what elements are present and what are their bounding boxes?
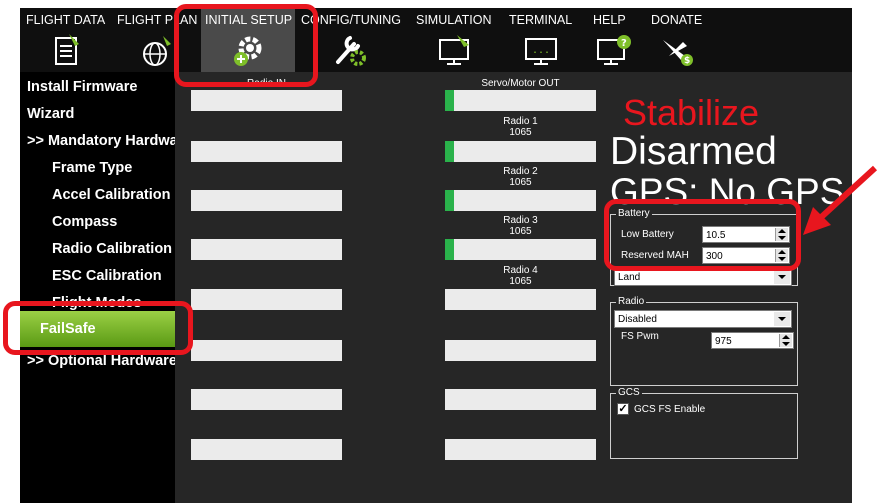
config-tuning-icon: [336, 36, 366, 66]
low-battery-input[interactable]: 10.5: [702, 226, 790, 243]
tab-flight-plan-label: FLIGHT PLAN: [117, 13, 198, 27]
simulation-icon: [439, 35, 469, 65]
flight-data-icon: [55, 34, 79, 65]
radio-4-name: Radio 4: [503, 265, 538, 276]
tab-initial-setup-label: INITIAL SETUP: [205, 13, 293, 27]
battery-group: Battery Low Battery 10.5 Reserved MAH 30…: [610, 208, 798, 286]
low-battery-value: 10.5: [706, 230, 726, 241]
radio-in-bar: [191, 340, 342, 361]
radio-failsafe-value: Disabled: [618, 314, 657, 325]
reserved-mah-spinner[interactable]: [775, 249, 788, 262]
radio-2-fill: [445, 190, 455, 211]
radio-4-value: 1065: [509, 276, 532, 287]
fs-pwm-value: 975: [715, 336, 732, 347]
servo-out-bar: [445, 439, 596, 460]
radio-3-fill: [445, 239, 455, 260]
sidebar-item-failsafe[interactable]: FailSafe: [20, 311, 200, 347]
tab-flight-data-label: FLIGHT DATA: [26, 13, 106, 27]
tab-help-label: HELP: [593, 13, 626, 27]
reserved-mah-label: Reserved MAH: [621, 250, 689, 261]
tab-help[interactable]: HELP ?: [589, 8, 639, 72]
svg-text:...: ...: [532, 45, 550, 56]
gcs-fs-enable-checkbox[interactable]: ✓: [617, 403, 629, 415]
top-toolbar: FLIGHT DATA FLIGHT PLAN INITIAL SETUP CO…: [20, 8, 852, 72]
gcs-failsafe-group: GCS ✓ GCS FS Enable: [610, 387, 798, 459]
tab-initial-setup[interactable]: INITIAL SETUP: [201, 8, 295, 72]
servo-out-label: Servo/Motor OUT: [481, 78, 560, 89]
radio-1-fill: [445, 141, 455, 162]
setup-sidebar: Install Firmware Wizard >> Mandatory Har…: [20, 72, 200, 503]
sidebar-item-wizard[interactable]: Wizard: [20, 102, 182, 126]
hud-arm-status: Disarmed: [610, 130, 777, 173]
tab-donate-label: DONATE: [651, 13, 703, 27]
tab-flight-data[interactable]: FLIGHT DATA: [20, 8, 110, 72]
tab-simulation-label: SIMULATION: [416, 13, 492, 27]
radio-in-bar: [191, 439, 342, 460]
radio-2-name: Radio 2: [503, 166, 538, 177]
radio-1-name: Radio 1: [503, 116, 538, 127]
radio-3-bar: [445, 239, 596, 260]
flight-plan-icon: [143, 36, 171, 66]
svg-text:?: ?: [621, 38, 627, 49]
reserved-mah-input[interactable]: 300: [702, 247, 790, 264]
battery-action-select[interactable]: Land: [614, 268, 792, 286]
donate-icon: $: [663, 40, 693, 66]
red-arrow-annotation: [803, 165, 878, 235]
radio-failsafe-group: Radio Disabled FS Pwm 975: [610, 296, 798, 386]
gcs-fs-enable-label: GCS FS Enable: [634, 404, 706, 415]
reserved-mah-value: 300: [706, 251, 723, 262]
sidebar-item-install-firmware[interactable]: Install Firmware: [20, 75, 182, 99]
radio-2-bar: [445, 190, 596, 211]
help-icon: ?: [597, 35, 631, 65]
chevron-down-icon[interactable]: [774, 270, 790, 284]
fs-pwm-spinner[interactable]: [779, 334, 792, 347]
tab-terminal-label: TERMINAL: [509, 13, 573, 27]
radio-1-bar: [445, 141, 596, 162]
failsafe-panel: Radio IN Servo/Motor OUT Radio 1 1065 Ra…: [175, 72, 852, 503]
tab-flight-plan[interactable]: FLIGHT PLAN: [114, 8, 200, 72]
tab-config-tuning[interactable]: CONFIG/TUNING: [296, 8, 404, 72]
radio-1-value: 1065: [509, 127, 532, 138]
hud-flight-mode: Stabilize: [623, 92, 760, 133]
gcs-group-title: GCS: [616, 387, 642, 399]
low-battery-spinner[interactable]: [775, 228, 788, 241]
battery-group-title: Battery: [616, 208, 652, 220]
radio-3-value: 1065: [509, 226, 532, 237]
tab-donate[interactable]: DONATE $: [647, 8, 707, 72]
sidebar-item-optional-hardware[interactable]: >> Optional Hardware: [20, 349, 182, 373]
low-battery-label: Low Battery: [621, 229, 674, 240]
radio-in-bar: [191, 90, 342, 111]
radio-in-bar: [191, 141, 342, 162]
initial-setup-icon: [234, 36, 262, 66]
mission-planner-window: FLIGHT DATA FLIGHT PLAN INITIAL SETUP CO…: [20, 8, 852, 503]
radio-group-title: Radio: [616, 296, 647, 308]
fs-pwm-input[interactable]: 975: [711, 332, 794, 349]
terminal-icon: ...: [525, 38, 557, 65]
tab-terminal[interactable]: TERMINAL ...: [506, 8, 576, 72]
radio-4-bar: [445, 289, 596, 310]
radio-failsafe-select[interactable]: Disabled: [614, 310, 792, 328]
radio-in-bar: [191, 190, 342, 211]
fs-pwm-label: FS Pwm: [621, 331, 659, 342]
tab-simulation[interactable]: SIMULATION: [412, 8, 498, 72]
radio-in-bar: [191, 239, 342, 260]
radio-in-bar: [191, 289, 342, 310]
radio-in-label: Radio IN: [247, 78, 286, 89]
servo-out-bar: [445, 90, 596, 111]
battery-action-value: Land: [618, 272, 641, 283]
servo-out-bar: [445, 389, 596, 410]
radio-in-bar: [191, 389, 342, 410]
chevron-down-icon[interactable]: [774, 312, 790, 326]
sidebar-item-mandatory-hardware[interactable]: >> Mandatory Hardware: [20, 129, 182, 153]
servo-out-bar: [445, 340, 596, 361]
radio-3-name: Radio 3: [503, 215, 538, 226]
radio-2-value: 1065: [509, 177, 532, 188]
tab-config-tuning-label: CONFIG/TUNING: [301, 13, 401, 27]
svg-text:$: $: [684, 56, 690, 66]
servo-out-fill: [445, 90, 455, 111]
